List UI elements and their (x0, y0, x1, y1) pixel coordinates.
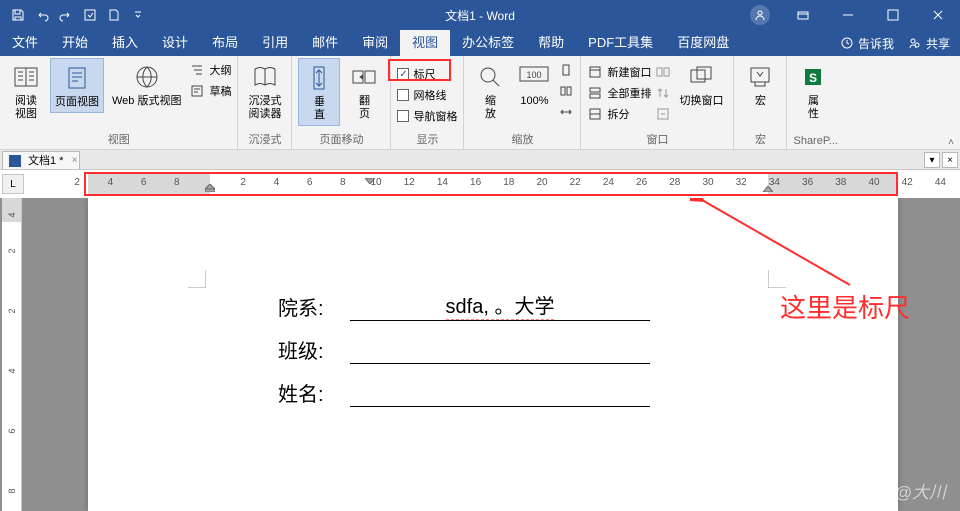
properties-button[interactable]: S 属性 (793, 58, 833, 124)
document-content[interactable]: 院系: sdfa, 。大学 班级: 姓名: (278, 290, 650, 421)
menu-tab-12[interactable]: 百度网盘 (665, 30, 741, 56)
read-view-button[interactable]: 阅读视图 (6, 58, 46, 124)
ribbon-group-window: 新建窗口 全部重排 拆分 切换窗口 窗口 (581, 56, 734, 149)
menu-tab-1[interactable]: 开始 (50, 30, 100, 56)
name-value[interactable] (350, 383, 650, 407)
class-label: 班级: (278, 335, 350, 364)
reset-position-button[interactable] (655, 104, 671, 124)
split-button[interactable]: 拆分 (587, 104, 651, 124)
outline-button[interactable]: 大纲 (189, 60, 231, 80)
page-width-button[interactable] (558, 102, 574, 122)
macro-button[interactable]: 宏 (740, 58, 780, 111)
close-tab-icon[interactable]: × (72, 152, 78, 170)
ribbon-options-icon[interactable] (780, 0, 825, 30)
menu-tab-8[interactable]: 视图 (400, 30, 450, 56)
vertical-button[interactable]: 垂直 (298, 58, 340, 126)
new-icon[interactable] (104, 5, 124, 25)
title-bar: 文档1 - Word (0, 0, 960, 30)
dept-label: 院系: (278, 292, 350, 321)
nav-checkbox[interactable]: 导航窗格 (397, 106, 457, 126)
ribbon-group-page-move: 垂直 翻页 页面移动 (292, 56, 391, 149)
document-tab-strip: 文档1 * × ▾ × (0, 150, 960, 170)
menu-bar: 文件开始插入设计布局引用邮件审阅视图办公标签帮助PDF工具集百度网盘 告诉我 共… (0, 30, 960, 56)
svg-text:S: S (809, 71, 817, 85)
save-icon[interactable] (8, 5, 28, 25)
ruler-area: L 86422468101214161820222426283032343638… (0, 170, 960, 198)
class-value[interactable] (350, 340, 650, 364)
document-tab[interactable]: 文档1 * × (2, 151, 80, 169)
menu-tab-10[interactable]: 帮助 (526, 30, 576, 56)
close-button[interactable] (915, 0, 960, 30)
quick-access-toolbar (0, 5, 148, 25)
draft-button[interactable]: 草稿 (189, 81, 231, 101)
menu-tab-3[interactable]: 设计 (150, 30, 200, 56)
flip-button[interactable]: 翻页 (344, 58, 384, 124)
immersive-reader-button[interactable]: 沉浸式阅读器 (244, 58, 285, 124)
mode-icon[interactable] (80, 5, 100, 25)
collapse-ribbon-icon[interactable]: ˄ (948, 137, 954, 148)
qat-dropdown-icon[interactable] (128, 5, 148, 25)
user-avatar[interactable] (750, 5, 770, 25)
margin-mark-icon (188, 270, 206, 288)
multi-page-button[interactable] (558, 81, 574, 101)
annotation-text: 这里是标尺 (780, 288, 910, 325)
maximize-button[interactable] (870, 0, 915, 30)
one-page-button[interactable] (558, 60, 574, 80)
web-layout-button[interactable]: Web 版式视图 (108, 58, 185, 111)
tab-selector[interactable]: L (2, 174, 24, 194)
menu-tab-4[interactable]: 布局 (200, 30, 250, 56)
share-button[interactable]: 共享 (908, 35, 950, 52)
tab-close-all-icon[interactable]: × (942, 152, 958, 168)
menu-tab-2[interactable]: 插入 (100, 30, 150, 56)
margin-mark-icon (768, 270, 786, 288)
ribbon-group-sharepoint: S 属性 ShareP... (787, 56, 843, 149)
undo-icon[interactable] (32, 5, 52, 25)
view-side-button[interactable] (655, 62, 671, 82)
arrange-all-button[interactable]: 全部重排 (587, 83, 651, 103)
sync-scroll-button[interactable] (655, 83, 671, 103)
first-line-indent-icon[interactable] (365, 173, 375, 187)
menu-tab-9[interactable]: 办公标签 (450, 30, 526, 56)
tab-dropdown-icon[interactable]: ▾ (924, 152, 940, 168)
document-area: 422468 院系: sdfa, 。大学 班级: 姓名: 这里是标尺 知乎 @大… (0, 198, 960, 511)
ribbon-group-macro: 宏 宏 (734, 56, 787, 149)
tell-me[interactable]: 告诉我 (840, 35, 894, 52)
svg-text:100: 100 (527, 70, 542, 80)
name-label: 姓名: (278, 378, 350, 407)
grid-checkbox[interactable]: 网格线 (397, 85, 457, 105)
ribbon: 阅读视图 页面视图 Web 版式视图 大纲 草稿 视图 沉浸式阅读器 沉浸式 (0, 56, 960, 150)
document-page[interactable]: 院系: sdfa, 。大学 班级: 姓名: (88, 198, 898, 511)
zoom-button[interactable]: 缩放 (470, 58, 510, 124)
window-title: 文档1 - Word (445, 7, 515, 24)
watermark: 知乎 @大川 (856, 478, 946, 503)
menu-tab-0[interactable]: 文件 (0, 30, 50, 56)
print-layout-button[interactable]: 页面视图 (50, 58, 104, 113)
redo-icon[interactable] (56, 5, 76, 25)
right-indent-icon[interactable] (763, 181, 773, 195)
annotation-highlight-ruler-checkbox (388, 59, 451, 81)
switch-window-button[interactable]: 切换窗口 (675, 58, 727, 111)
horizontal-ruler[interactable]: 8642246810121416182022242628303234363840… (88, 174, 896, 194)
zoom-100-button[interactable]: 100 100% (514, 58, 554, 111)
minimize-button[interactable] (825, 0, 870, 30)
new-window-button[interactable]: 新建窗口 (587, 62, 651, 82)
vertical-ruler[interactable]: 422468 (2, 198, 22, 511)
ribbon-group-views: 阅读视图 页面视图 Web 版式视图 大纲 草稿 视图 (0, 56, 238, 149)
menu-tab-7[interactable]: 审阅 (350, 30, 400, 56)
ribbon-group-immersive: 沉浸式阅读器 沉浸式 (238, 56, 292, 149)
menu-tab-11[interactable]: PDF工具集 (576, 30, 665, 56)
menu-tab-5[interactable]: 引用 (250, 30, 300, 56)
left-indent-icon[interactable] (205, 181, 215, 195)
ribbon-group-show: 标尺 网格线 导航窗格 显示 (391, 56, 464, 149)
dept-value: sdfa, 。大学 (350, 290, 650, 321)
menu-tab-6[interactable]: 邮件 (300, 30, 350, 56)
ribbon-group-zoom: 缩放 100 100% 缩放 (464, 56, 581, 149)
